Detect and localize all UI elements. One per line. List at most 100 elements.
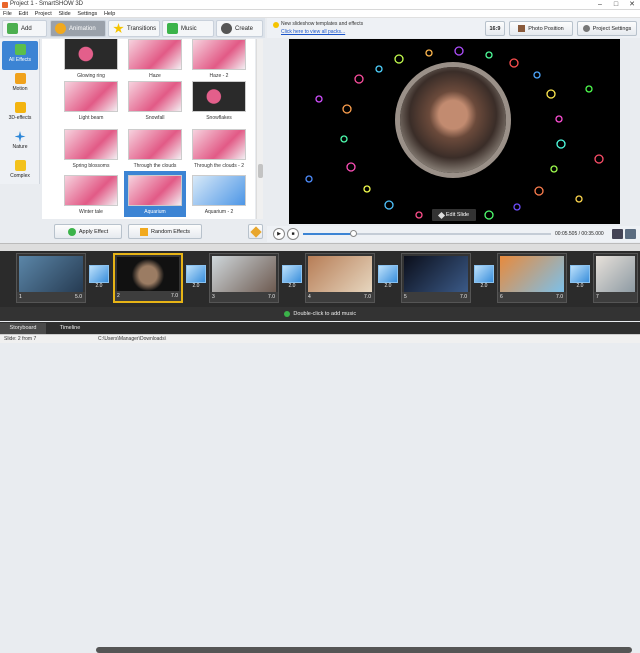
effect-thumbnail[interactable]: Haze bbox=[124, 39, 186, 85]
random-effects-button[interactable]: Random Effects bbox=[128, 224, 202, 239]
menu-slide[interactable]: Slide bbox=[59, 10, 71, 18]
slide-duration: 7.0 bbox=[268, 294, 275, 300]
effect-preview-image bbox=[64, 129, 118, 160]
edit-effect-button[interactable] bbox=[248, 224, 263, 239]
project-settings-label: Project Settings bbox=[592, 25, 632, 32]
storyboard-slide[interactable]: 1 5.0 bbox=[16, 253, 86, 303]
title-bar: Project 1 - SmartSHOW 3D – □ ✕ bbox=[0, 0, 640, 10]
storyboard-slide[interactable]: 7 bbox=[593, 253, 638, 303]
tab-animation[interactable]: Animation bbox=[50, 20, 106, 37]
storyboard-transition[interactable]: 2.0 bbox=[474, 265, 494, 293]
effect-thumbnail[interactable]: Glowing ring bbox=[60, 39, 122, 85]
sidebar-item-nature[interactable]: Nature bbox=[2, 128, 38, 157]
storyboard-slide[interactable]: 3 7.0 bbox=[209, 253, 279, 303]
tab-storyboard[interactable]: Storyboard bbox=[0, 323, 46, 334]
sidebar-item-3d-effects[interactable]: 3D-effects bbox=[2, 99, 38, 128]
nature-icon bbox=[14, 131, 26, 142]
effect-thumbnail[interactable]: Light beam bbox=[60, 81, 122, 127]
effect-thumbnail[interactable]: Snowfall bbox=[124, 81, 186, 127]
apply-effect-button[interactable]: Apply Effect bbox=[54, 224, 122, 239]
effects-scrollbar[interactable] bbox=[256, 39, 263, 219]
storyboard-slide[interactable]: 5 7.0 bbox=[401, 253, 471, 303]
effect-label: Aquarium - 2 bbox=[204, 209, 234, 215]
project-settings-button[interactable]: Project Settings bbox=[577, 21, 637, 36]
camera-icon[interactable] bbox=[612, 229, 623, 239]
menu-edit[interactable]: Edit bbox=[19, 10, 28, 18]
tab-music[interactable]: Music bbox=[162, 20, 214, 37]
transition-duration: 2.0 bbox=[192, 283, 200, 289]
effect-preview-image bbox=[128, 81, 182, 112]
tab-timeline[interactable]: Timeline bbox=[48, 323, 92, 334]
effects-grid: Glowing ring Haze Haze - 2 Light beam Sn… bbox=[42, 39, 255, 219]
effect-thumbnail[interactable]: Snowflakes bbox=[188, 81, 250, 127]
maximize-button[interactable]: □ bbox=[608, 0, 624, 10]
music-track[interactable]: Double-click to add music bbox=[0, 307, 640, 321]
sidebar-item-complex[interactable]: Complex bbox=[2, 157, 38, 186]
sidebar-item-motion[interactable]: Motion bbox=[2, 70, 38, 99]
sidebar-item-label: Motion bbox=[12, 86, 28, 92]
storyboard-transition[interactable]: 2.0 bbox=[89, 265, 109, 293]
music-icon bbox=[167, 23, 178, 34]
playback-progress-track[interactable] bbox=[303, 230, 551, 237]
playback-scrubber[interactable] bbox=[349, 230, 357, 237]
storyboard-scrollbar[interactable] bbox=[96, 647, 632, 653]
transition-thumbnail bbox=[570, 265, 590, 283]
storyboard-slide[interactable]: 6 7.0 bbox=[497, 253, 567, 303]
sidebar-item-label: 3D-effects bbox=[8, 115, 32, 121]
storyboard-transition[interactable]: 2.0 bbox=[570, 265, 590, 293]
menu-settings[interactable]: Settings bbox=[77, 10, 97, 18]
current-time: 00:05.505 bbox=[555, 231, 578, 237]
app-logo-icon bbox=[2, 2, 8, 8]
aspect-ratio-button[interactable]: 16:9 bbox=[485, 21, 505, 36]
aspect-ratio-label: 16:9 bbox=[489, 25, 501, 32]
effect-thumbnail[interactable]: Aquarium - 2 bbox=[188, 175, 250, 219]
transition-duration: 2.0 bbox=[576, 283, 584, 289]
storyboard-transition[interactable]: 2.0 bbox=[282, 265, 302, 293]
play-button[interactable]: ▶ bbox=[273, 228, 285, 240]
slide-preview[interactable]: Edit Slide bbox=[289, 39, 620, 224]
menu-project[interactable]: Project bbox=[35, 10, 52, 18]
storyboard-slide[interactable]: 4 7.0 bbox=[305, 253, 375, 303]
minimize-button[interactable]: – bbox=[592, 0, 608, 10]
fullscreen-icon[interactable] bbox=[625, 229, 636, 239]
effect-preview-image bbox=[64, 81, 118, 112]
effect-preview-image bbox=[192, 81, 246, 112]
slide-number: 1 bbox=[19, 294, 22, 300]
storyboard-transition[interactable]: 2.0 bbox=[378, 265, 398, 293]
gear-icon bbox=[582, 25, 590, 32]
sidebar-item-all-effects[interactable]: All Effects bbox=[2, 41, 38, 70]
motion-icon bbox=[14, 73, 26, 84]
tab-add[interactable]: Add bbox=[2, 20, 47, 37]
pencil-icon bbox=[437, 211, 445, 219]
scrollbar-thumb[interactable] bbox=[258, 164, 263, 178]
tab-create[interactable]: Create bbox=[216, 20, 263, 37]
tab-transitions[interactable]: Transitions bbox=[108, 20, 160, 37]
effect-preview-image bbox=[192, 129, 246, 160]
effect-thumbnail[interactable]: Spring blossoms bbox=[60, 129, 122, 175]
random-icon bbox=[139, 227, 148, 236]
storyboard-transition[interactable]: 2.0 bbox=[186, 265, 206, 293]
effect-thumbnail-selected[interactable]: Aquarium bbox=[124, 171, 186, 217]
tab-animation-label: Animation bbox=[69, 25, 96, 32]
preview-header: New slideshow templates and effects Clic… bbox=[267, 18, 640, 38]
storyboard-filmstrip: 1 5.0 2.0 2 7.0 2.0 3 7.0 2.0 4 7.0 2.0 5 7.0… bbox=[0, 251, 640, 307]
photo-icon bbox=[518, 25, 526, 32]
close-button[interactable]: ✕ bbox=[624, 0, 640, 10]
new-templates-notice: New slideshow templates and effects bbox=[281, 21, 364, 27]
slide-number: 5 bbox=[404, 294, 407, 300]
stop-button[interactable]: ■ bbox=[287, 228, 299, 240]
menu-help[interactable]: Help bbox=[104, 10, 115, 18]
photo-position-button[interactable]: Photo Position bbox=[509, 21, 573, 36]
effect-thumbnail[interactable]: Through the clouds bbox=[124, 129, 186, 175]
effect-preview-image bbox=[128, 39, 182, 70]
menu-file[interactable]: File bbox=[3, 10, 12, 18]
edit-slide-button[interactable]: Edit Slide bbox=[432, 209, 476, 221]
tab-music-label: Music bbox=[181, 25, 197, 32]
window-title: Project 1 - SmartSHOW 3D bbox=[10, 1, 84, 7]
effect-thumbnail[interactable]: Winter tale bbox=[60, 175, 122, 219]
effect-thumbnail[interactable]: Through the clouds - 2 bbox=[188, 129, 250, 175]
effect-thumbnail[interactable]: Haze - 2 bbox=[188, 39, 250, 85]
storyboard-slide-selected[interactable]: 2 7.0 bbox=[113, 253, 183, 303]
view-all-packs-link[interactable]: Click here to view all packs... bbox=[281, 29, 345, 35]
create-icon bbox=[221, 23, 232, 34]
